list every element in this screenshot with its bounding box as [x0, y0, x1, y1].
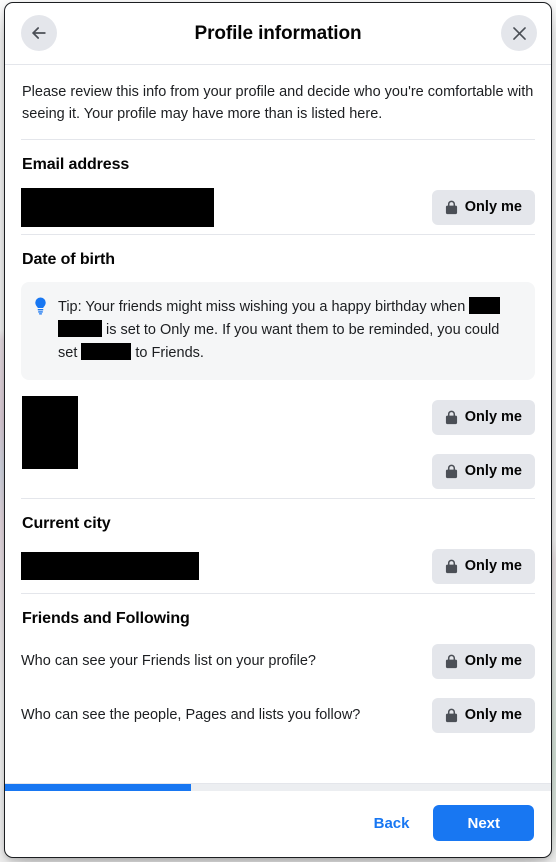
intro-text: Please review this info from your profil… — [22, 84, 534, 122]
current-city-row: Only me — [21, 539, 535, 593]
email-privacy-label: Only me — [464, 199, 522, 215]
dob-date-privacy-button[interactable]: Only me — [431, 399, 535, 435]
email-value-redacted — [21, 187, 214, 227]
friends-list-privacy-label: Only me — [464, 653, 522, 669]
tip-redaction-2 — [58, 320, 102, 337]
following-privacy-label: Only me — [464, 707, 522, 723]
footer-actions: Back Next — [5, 791, 551, 857]
current-city-privacy-button[interactable]: Only me — [431, 548, 535, 584]
back-button[interactable] — [21, 15, 57, 51]
profile-information-dialog: Profile information Please review this i… — [4, 2, 552, 858]
dob-year-row: Only me — [21, 444, 535, 498]
lock-icon — [445, 410, 458, 425]
section-title-dob: Date of birth — [22, 251, 115, 268]
tip-text-part1: Tip: Your friends might miss wishing you… — [58, 299, 466, 315]
arrow-left-icon — [29, 23, 49, 43]
section-friends-and-following: Friends and Following Who can see your F… — [21, 594, 535, 742]
dob-value-redacted — [22, 396, 78, 469]
section-date-of-birth: Date of birth Tip: Your friends might mi… — [21, 235, 535, 498]
close-icon — [510, 24, 529, 43]
lock-icon — [445, 654, 458, 669]
dob-values-block: Only me Only me — [21, 382, 535, 498]
section-email-address: Email address Only me — [21, 140, 535, 234]
lightbulb-icon — [33, 296, 48, 320]
section-title-email: Email address — [22, 156, 130, 173]
tip-redaction-1 — [469, 297, 501, 314]
close-button[interactable] — [501, 15, 537, 51]
email-row: Only me — [21, 180, 535, 234]
next-button[interactable]: Next — [433, 805, 534, 841]
dialog-footer: Back Next — [5, 783, 551, 857]
lock-icon — [445, 200, 458, 215]
dialog-header: Profile information — [5, 3, 551, 65]
following-row: Who can see the people, Pages and lists … — [21, 688, 535, 742]
birthday-tip-box: Tip: Your friends might miss wishing you… — [21, 282, 535, 380]
dialog-scroll-body[interactable]: Please review this info from your profil… — [5, 65, 551, 783]
tip-text-part3: to Friends. — [135, 345, 204, 361]
friends-list-privacy-button[interactable]: Only me — [431, 643, 535, 679]
section-title-current-city: Current city — [22, 515, 111, 532]
email-privacy-button[interactable]: Only me — [431, 189, 535, 225]
lock-icon — [445, 464, 458, 479]
friends-list-question: Who can see your Friends list on your pr… — [21, 653, 316, 669]
friends-list-row: Who can see your Friends list on your pr… — [21, 634, 535, 688]
following-privacy-button[interactable]: Only me — [431, 697, 535, 733]
progress-bar-track — [5, 784, 551, 791]
following-question: Who can see the people, Pages and lists … — [21, 707, 361, 723]
dob-date-row: Only me — [21, 390, 535, 444]
section-title-friends-following: Friends and Following — [22, 610, 190, 627]
current-city-value-redacted — [21, 552, 199, 580]
tip-redaction-3 — [81, 343, 132, 360]
progress-bar-fill — [5, 784, 191, 791]
birthday-tip-text: Tip: Your friends might miss wishing you… — [58, 296, 519, 365]
page-title: Profile information — [194, 22, 362, 44]
dob-date-privacy-label: Only me — [464, 409, 522, 425]
section-current-city: Current city Only me — [21, 499, 535, 593]
lock-icon — [445, 708, 458, 723]
lock-icon — [445, 559, 458, 574]
dob-year-privacy-label: Only me — [464, 463, 522, 479]
current-city-privacy-label: Only me — [464, 558, 522, 574]
back-text-button[interactable]: Back — [368, 807, 416, 840]
dob-year-privacy-button[interactable]: Only me — [431, 453, 535, 489]
